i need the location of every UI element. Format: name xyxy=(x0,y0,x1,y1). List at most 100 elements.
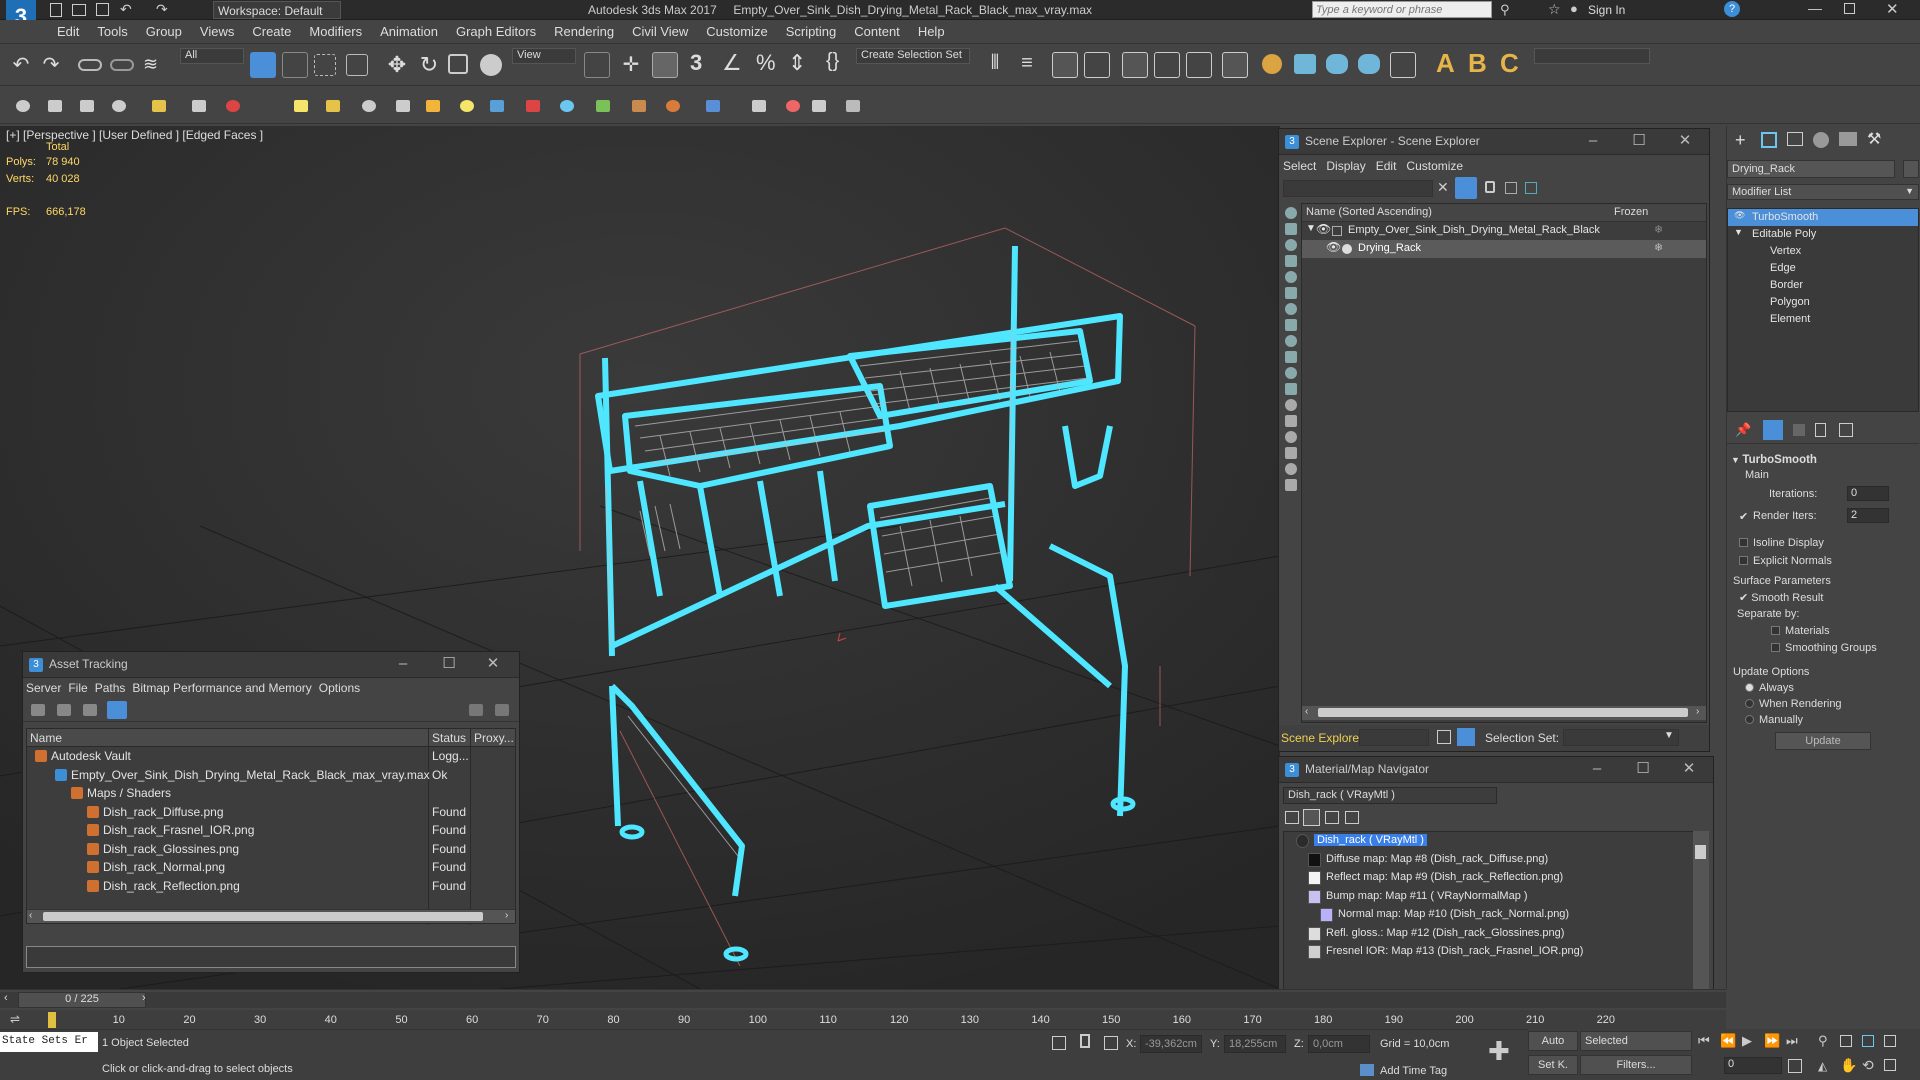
expand-arrow-icon[interactable]: ▼ xyxy=(1734,227,1743,237)
bind-spacewarp-icon[interactable]: ≋ xyxy=(143,54,169,80)
menu-scripting[interactable]: Scripting xyxy=(777,20,846,39)
render-iters-spinner[interactable]: 2 xyxy=(1847,508,1889,523)
scroll-thumb[interactable] xyxy=(43,912,483,921)
toolbar2-icon-10[interactable] xyxy=(362,100,376,112)
menu-civil-view[interactable]: Civil View xyxy=(623,20,697,39)
toolbar2-icon-13[interactable] xyxy=(460,100,474,112)
toolbar2-icon-1[interactable] xyxy=(16,100,30,112)
menu-content[interactable]: Content xyxy=(845,20,909,39)
asset-row[interactable]: Dish_rack_Reflection.png Found xyxy=(27,877,515,896)
z-coordinate-field[interactable]: 0,0cm xyxy=(1308,1035,1370,1053)
binoculars-icon[interactable]: ⚲ xyxy=(1500,2,1510,18)
close-button[interactable]: ✕ xyxy=(483,655,503,673)
asset-path-field[interactable] xyxy=(26,946,516,968)
object-name-field[interactable]: Drying_Rack xyxy=(1727,160,1895,178)
large-icons-view-icon[interactable] xyxy=(1345,811,1359,824)
scene-filter-icon-3[interactable] xyxy=(1285,239,1297,251)
menu-tools[interactable]: Tools xyxy=(88,20,136,39)
menu-modifiers[interactable]: Modifiers xyxy=(300,20,371,39)
toolbar2-icon-4[interactable] xyxy=(112,100,126,112)
scene-filter-icon-18[interactable] xyxy=(1285,479,1297,491)
modifier-list-dropdown[interactable]: Modifier List ▼ xyxy=(1727,184,1919,200)
paths-icon[interactable] xyxy=(83,704,97,716)
placement-icon[interactable] xyxy=(480,54,502,76)
visibility-eye-icon[interactable]: 👁 xyxy=(1326,240,1341,254)
manually-row[interactable]: Manually xyxy=(1745,714,1917,726)
hierarchy-icon[interactable] xyxy=(1505,182,1517,194)
track-bar-icon[interactable]: ⇌ xyxy=(10,1012,20,1026)
configure-modifier-sets-icon[interactable] xyxy=(1839,423,1853,437)
menu-rendering[interactable]: Rendering xyxy=(545,20,623,39)
scene-menu-customize[interactable]: Customize xyxy=(1406,159,1463,173)
stack-subobject-item[interactable]: Edge xyxy=(1728,260,1918,277)
scroll-right-arrow[interactable]: › xyxy=(1696,706,1699,717)
scene-menu-select[interactable]: Select xyxy=(1283,159,1316,173)
material-map-item[interactable]: Fresnel IOR: Map #13 (Dish_rack_Frasnel_… xyxy=(1284,943,1708,962)
star-icon[interactable]: ☆ xyxy=(1548,1,1561,18)
asset-menu-file[interactable]: File xyxy=(68,681,87,695)
explicit-normals-checkbox[interactable] xyxy=(1739,556,1748,565)
zoom-all-icon[interactable] xyxy=(1840,1035,1852,1047)
edit-named-sets-icon[interactable]: {} xyxy=(826,50,852,76)
explicit-normals-row[interactable]: Explicit Normals xyxy=(1739,555,1917,567)
stack-item-editable-poly[interactable]: ▼ Editable Poly xyxy=(1728,226,1918,243)
key-filters-button[interactable]: Filters... xyxy=(1580,1055,1692,1075)
menu-graph-editors[interactable]: Graph Editors xyxy=(447,20,545,39)
asset-menu-paths[interactable]: Paths xyxy=(95,681,126,695)
scene-filter-icon-1[interactable] xyxy=(1285,207,1297,219)
object-color-swatch[interactable] xyxy=(1903,160,1919,178)
minimize-button[interactable]: – xyxy=(1583,132,1603,150)
materials-checkbox[interactable] xyxy=(1771,626,1780,635)
minimize-button[interactable]: – xyxy=(393,655,413,673)
auto-key-button[interactable]: Auto xyxy=(1528,1031,1578,1051)
scene-filter-icon-2[interactable] xyxy=(1285,223,1297,235)
track-bar[interactable]: ⇌ 10 20 30 40 50 60 70 80 90 100 110 120 130 140 150 16… xyxy=(0,1010,1726,1030)
maximize-button[interactable] xyxy=(1844,3,1855,14)
toolbar-extra-dropdown[interactable] xyxy=(1534,48,1650,64)
toolbar2-icon-12[interactable] xyxy=(426,100,440,112)
scene-menu-display[interactable]: Display xyxy=(1326,159,1365,173)
freeze-icon[interactable]: ❄ xyxy=(1654,223,1663,236)
rollout-header[interactable]: ▼ TurboSmooth xyxy=(1731,454,1917,466)
render-grid-icon[interactable] xyxy=(1390,52,1416,78)
list-view-icon[interactable] xyxy=(1285,811,1299,824)
toolbar2-icon-19[interactable] xyxy=(666,100,680,112)
toolbar2-icon-3[interactable] xyxy=(80,100,94,112)
toolbar2-icon-7[interactable] xyxy=(226,100,240,112)
create-tab-icon[interactable]: + xyxy=(1735,130,1746,151)
maxscript-listener[interactable]: State Sets Er xyxy=(0,1032,98,1052)
next-frame-arrow[interactable]: › xyxy=(142,992,146,1004)
show-end-result-icon[interactable] xyxy=(1763,420,1783,440)
layers-icon[interactable] xyxy=(1437,730,1451,744)
maximize-button[interactable]: ☐ xyxy=(1633,760,1653,778)
asset-menu-options[interactable]: Options xyxy=(319,681,360,695)
material-map-item[interactable]: Reflect map: Map #9 (Dish_rack_Reflectio… xyxy=(1284,869,1708,888)
isoline-row[interactable]: Isoline Display xyxy=(1739,537,1917,549)
select-manipulate-icon[interactable]: ✛ xyxy=(618,52,644,78)
selection-filter-dropdown[interactable]: All xyxy=(180,48,244,64)
field-of-view-icon[interactable]: ◭ xyxy=(1818,1059,1827,1073)
angle-snap-icon[interactable]: ∠ xyxy=(722,50,748,76)
display-children-icon[interactable] xyxy=(1457,728,1475,746)
asset-row[interactable]: Dish_rack_Glossines.png Found xyxy=(27,840,515,859)
col-frozen[interactable]: Frozen xyxy=(1614,206,1648,218)
help-icon[interactable] xyxy=(469,704,483,716)
layer-icon[interactable] xyxy=(1525,182,1537,194)
expand-arrow-icon[interactable]: ▼ xyxy=(1306,223,1316,234)
next-frame-icon[interactable]: ⏩ xyxy=(1764,1033,1780,1049)
keyboard-shortcut-override-icon[interactable] xyxy=(652,52,678,78)
settings-icon[interactable] xyxy=(495,704,509,716)
tree-item-selected[interactable]: 👁 Drying_Rack ❄ xyxy=(1302,240,1706,258)
select-by-name-icon[interactable] xyxy=(282,52,308,78)
window-crossing-icon[interactable] xyxy=(346,54,368,76)
scene-explorer-footer-label[interactable]: Scene Explorer xyxy=(1281,731,1363,745)
material-editor-icon[interactable] xyxy=(1222,52,1248,78)
toolbar2-icon-8[interactable] xyxy=(294,100,308,112)
zoom-icon[interactable]: ⚲ xyxy=(1818,1033,1828,1049)
add-time-tag[interactable]: Add Time Tag xyxy=(1380,1065,1447,1077)
search-input[interactable] xyxy=(1312,1,1492,18)
move-icon[interactable]: ✥ xyxy=(384,52,410,78)
toolbar2-icon-16[interactable] xyxy=(560,100,574,112)
layer-explorer-icon[interactable] xyxy=(1052,52,1078,78)
menu-edit[interactable]: Edit xyxy=(48,20,88,39)
